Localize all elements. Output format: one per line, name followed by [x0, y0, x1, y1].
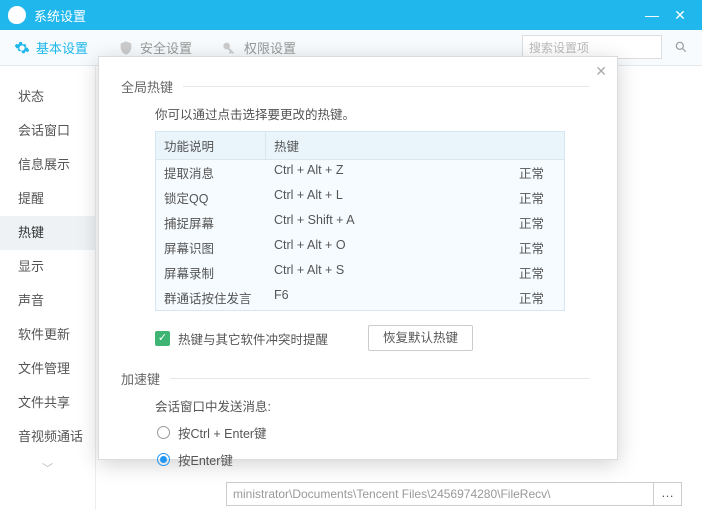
cell-status: 正常 [466, 188, 564, 207]
cell-status: 正常 [466, 288, 564, 307]
th-hotkey: 热键 [266, 132, 564, 159]
radio-icon [157, 426, 170, 439]
radio-ctrl-enter[interactable]: 按Ctrl + Enter键 [157, 423, 589, 442]
table-row[interactable]: 屏幕识图Ctrl + Alt + O正常 [156, 235, 564, 260]
cell-hotkey: F6 [266, 288, 466, 307]
table-row[interactable]: 捕捉屏幕Ctrl + Shift + A正常 [156, 210, 564, 235]
cell-hotkey: Ctrl + Shift + A [266, 213, 466, 232]
table-row[interactable]: 群通话按住发言F6正常 [156, 285, 564, 310]
cell-hotkey: Ctrl + Alt + L [266, 188, 466, 207]
restore-defaults-button[interactable]: 恢复默认热键 [368, 325, 473, 351]
cell-hotkey: Ctrl + Alt + Z [266, 163, 466, 182]
cell-status: 正常 [466, 213, 564, 232]
cell-status: 正常 [466, 238, 564, 257]
cell-status: 正常 [466, 263, 564, 282]
radio-enter[interactable]: 按Enter键 [157, 450, 589, 469]
cell-hotkey: Ctrl + Alt + O [266, 238, 466, 257]
cell-function: 群通话按住发言 [156, 288, 266, 307]
send-message-label: 会话窗口中发送消息: [155, 396, 589, 415]
hotkey-hint: 你可以通过点击选择要更改的热键。 [155, 104, 589, 123]
conflict-checkbox[interactable]: ✓ [155, 331, 170, 346]
radio-label: 按Enter键 [178, 450, 233, 469]
table-header: 功能说明 热键 [156, 132, 564, 160]
section-label: 加速键 [121, 369, 160, 388]
table-row[interactable]: 屏幕录制Ctrl + Alt + S正常 [156, 260, 564, 285]
table-body: 提取消息Ctrl + Alt + Z正常锁定QQCtrl + Alt + L正常… [156, 160, 564, 310]
cell-function: 提取消息 [156, 163, 266, 182]
th-function: 功能说明 [156, 132, 266, 159]
cell-function: 屏幕识图 [156, 238, 266, 257]
section-global-hotkeys: 全局热键 [121, 77, 589, 96]
cell-hotkey: Ctrl + Alt + S [266, 263, 466, 282]
modal-close-button[interactable]: ✕ [595, 63, 607, 80]
cell-function: 锁定QQ [156, 188, 266, 207]
hotkey-table: 功能说明 热键 提取消息Ctrl + Alt + Z正常锁定QQCtrl + A… [155, 131, 565, 311]
table-row[interactable]: 提取消息Ctrl + Alt + Z正常 [156, 160, 564, 185]
table-row[interactable]: 锁定QQCtrl + Alt + L正常 [156, 185, 564, 210]
conflict-label: 热键与其它软件冲突时提醒 [178, 329, 328, 348]
hotkey-modal: ✕ 全局热键 你可以通过点击选择要更改的热键。 功能说明 热键 提取消息Ctrl… [98, 56, 618, 460]
radio-label: 按Ctrl + Enter键 [178, 423, 267, 442]
divider [170, 378, 589, 379]
radio-icon [157, 453, 170, 466]
section-label: 全局热键 [121, 77, 173, 96]
divider [183, 86, 589, 87]
cell-status: 正常 [466, 163, 564, 182]
cell-function: 捕捉屏幕 [156, 213, 266, 232]
section-accelerator: 加速键 [121, 369, 589, 388]
cell-function: 屏幕录制 [156, 263, 266, 282]
